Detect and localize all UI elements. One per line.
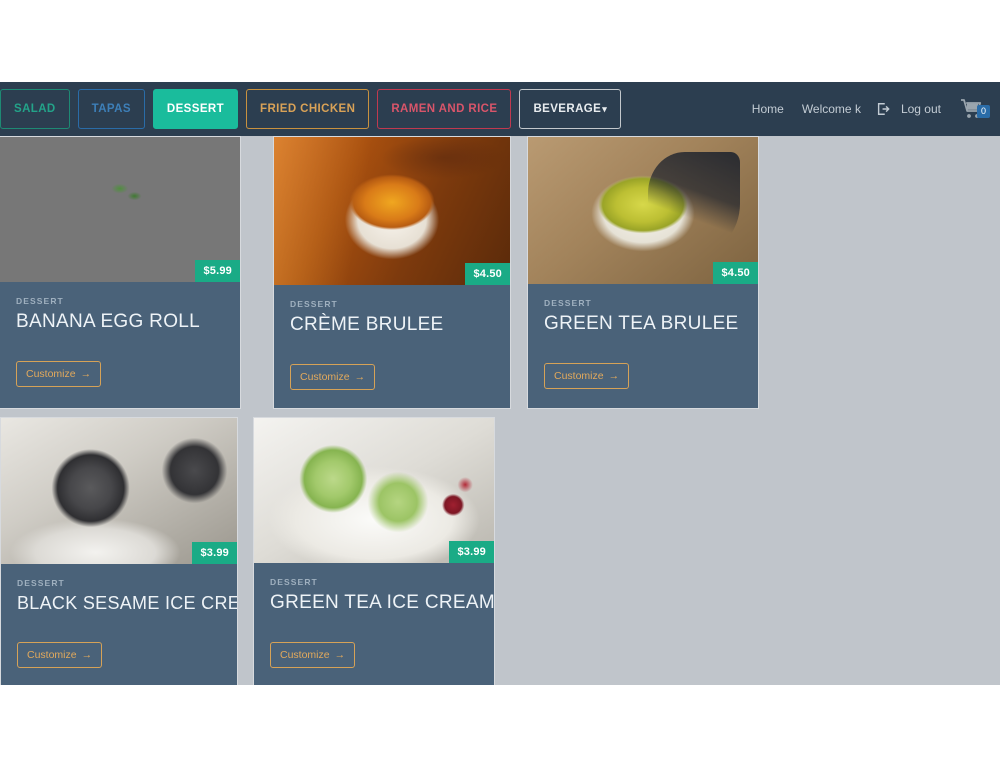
- nav-category-label: TAPAS: [91, 103, 131, 115]
- product-card[interactable]: $4.50 DESSERT GREEN TEA BRULEE Customize →: [527, 136, 759, 409]
- nav-category-label: SALAD: [14, 103, 56, 115]
- customize-button-label: Customize: [300, 370, 350, 383]
- customize-button-label: Customize: [27, 648, 77, 661]
- customize-button[interactable]: Customize →: [17, 641, 103, 668]
- customize-button[interactable]: Customize →: [16, 360, 102, 387]
- product-image[interactable]: $4.50: [274, 137, 510, 285]
- product-title: GREEN TEA ICE CREAM: [270, 591, 495, 613]
- product-card-body: DESSERT CRÈME BRULEE Customize →: [274, 285, 510, 408]
- nav-category-tapas[interactable]: TAPAS: [77, 89, 145, 129]
- nav-category-label: BEVERAGE: [533, 103, 602, 115]
- nav-category-label: DESSERT: [166, 103, 225, 115]
- page-root: SALAD TAPAS DESSERT FRIED CHICKEN RAMEN AND …: [0, 0, 1000, 773]
- product-price-badge: $4.50: [465, 263, 510, 285]
- nav-category-label: RAMEN AND RICE: [391, 103, 498, 115]
- product-card-body: DESSERT BLACK SESAME ICE CREAM Customize →: [1, 564, 237, 686]
- cart-count-badge: 0: [976, 105, 990, 118]
- product-category-label: DESSERT: [290, 299, 338, 309]
- product-card[interactable]: $4.50 DESSERT CRÈME BRULEE Customize →: [273, 136, 511, 409]
- product-title: BLACK SESAME ICE CREAM: [17, 592, 237, 613]
- cart-button[interactable]: 0: [950, 98, 990, 120]
- product-grid: $5.99 DESSERT BANANA EGG ROLL Customize → $4.…: [0, 136, 1000, 695]
- product-price-badge: $4.50: [713, 262, 758, 284]
- product-card-body: DESSERT GREEN TEA BRULEE Customize →: [528, 284, 758, 407]
- product-image[interactable]: $3.99: [1, 417, 237, 564]
- product-grid-area: $5.99 DESSERT BANANA EGG ROLL Customize → $4.…: [0, 136, 1000, 687]
- customize-button[interactable]: Customize →: [544, 362, 630, 389]
- product-category-label: DESSERT: [16, 296, 64, 306]
- customize-button-label: Customize: [26, 367, 76, 380]
- product-category-label: DESSERT: [270, 576, 318, 587]
- category-nav: SALAD TAPAS DESSERT FRIED CHICKEN RAMEN AND …: [0, 89, 622, 129]
- customize-button-label: Customize: [554, 369, 604, 382]
- product-title: CRÈME BRULEE: [290, 314, 444, 335]
- product-title: BANANA EGG ROLL: [16, 311, 201, 332]
- product-price-badge: $3.99: [449, 540, 494, 563]
- page-footer-blank: [0, 685, 1000, 773]
- arrow-right-icon: →: [354, 370, 366, 383]
- welcome-user-label: Welcome k: [801, 102, 861, 116]
- nav-category-fried-chicken[interactable]: FRIED CHICKEN: [246, 89, 370, 129]
- navbar: SALAD TAPAS DESSERT FRIED CHICKEN RAMEN AND …: [0, 82, 1000, 136]
- arrow-right-icon: →: [81, 648, 93, 661]
- product-category-label: DESSERT: [544, 298, 592, 308]
- logout-icon[interactable]: [870, 102, 890, 116]
- product-card[interactable]: $5.99 DESSERT BANANA EGG ROLL Customize →: [0, 136, 241, 409]
- product-category-label: DESSERT: [17, 577, 65, 588]
- customize-button[interactable]: Customize →: [290, 363, 376, 390]
- arrow-right-icon: →: [608, 369, 620, 382]
- nav-category-beverage[interactable]: BEVERAGE ▾: [519, 89, 622, 129]
- nav-category-salad[interactable]: SALAD: [0, 89, 70, 129]
- nav-category-label: FRIED CHICKEN: [260, 103, 356, 115]
- customize-button[interactable]: Customize →: [270, 641, 356, 668]
- product-image[interactable]: $4.50: [528, 137, 758, 284]
- product-card-body: DESSERT BANANA EGG ROLL Customize →: [0, 282, 240, 405]
- product-price-badge: $3.99: [192, 541, 237, 564]
- nav-category-ramen-and-rice[interactable]: RAMEN AND RICE: [377, 89, 512, 129]
- product-price-badge: $5.99: [195, 260, 240, 282]
- product-card-body: DESSERT GREEN TEA ICE CREAM Customize →: [254, 563, 494, 686]
- chevron-down-icon: ▾: [602, 103, 608, 114]
- nav-category-dessert[interactable]: DESSERT: [152, 89, 239, 129]
- nav-link-logout[interactable]: Log out: [892, 102, 950, 116]
- browser-blank-area: [0, 0, 1000, 82]
- product-image[interactable]: $3.99: [254, 417, 494, 563]
- product-title: GREEN TEA BRULEE: [544, 313, 739, 334]
- nav-link-home[interactable]: Home: [743, 102, 793, 116]
- arrow-right-icon: →: [334, 648, 346, 661]
- customize-button-label: Customize: [280, 648, 330, 661]
- product-card[interactable]: $3.99 DESSERT GREEN TEA ICE CREAM Customize…: [253, 416, 495, 687]
- product-image[interactable]: $5.99: [0, 137, 240, 282]
- arrow-right-icon: →: [80, 367, 92, 380]
- account-nav: Home Welcome k Log out 0: [743, 82, 990, 136]
- product-card[interactable]: $3.99 DESSERT BLACK SESAME ICE CREAM Custom…: [0, 416, 238, 687]
